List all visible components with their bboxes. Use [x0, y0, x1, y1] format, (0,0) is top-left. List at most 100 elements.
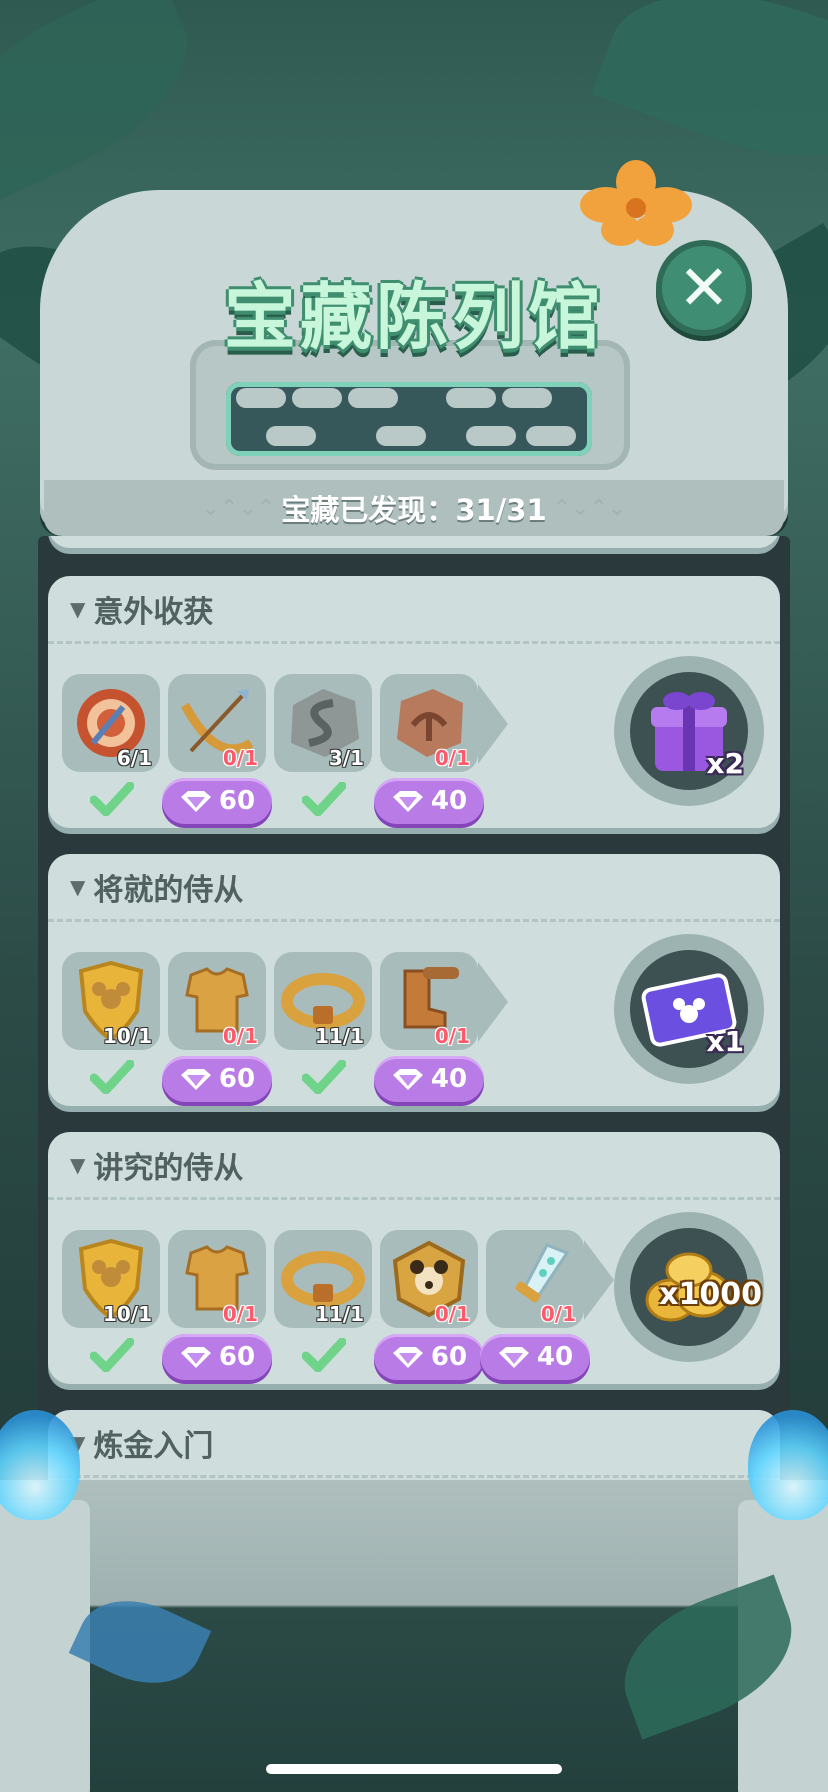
treasure-item[interactable]: 0/1 60: [162, 1230, 272, 1380]
collection-header[interactable]: ▼ 意外收获: [48, 576, 780, 644]
bow-arrow-icon: 0/1: [168, 674, 266, 772]
gem-icon: [180, 791, 211, 812]
reward-quantity: x1000: [659, 1277, 762, 1312]
price-label: 40: [430, 786, 468, 816]
armor-icon: 0/1: [168, 952, 266, 1050]
buy-button[interactable]: 60: [162, 1056, 272, 1102]
item-count: 3/1: [328, 746, 364, 770]
treasure-found-bar: ⌄⌃⌄⌃ 宝藏已发现：31/31 ⌃⌄⌃⌄: [44, 480, 784, 536]
gem-icon: [392, 1347, 423, 1368]
reward-quantity: x1: [706, 1025, 744, 1058]
snake-stone-icon: 3/1: [274, 674, 372, 772]
treasure-item[interactable]: 11/1: [274, 952, 372, 1094]
item-count: 10/1: [102, 1302, 152, 1326]
collection-card: ▼ 将就的侍从 10/1 0/1 60 11/1 0/1 40 x1: [48, 854, 780, 1106]
gold-coins-icon: x1000: [630, 1228, 762, 1346]
chevron-down-icon: ▼: [70, 1152, 86, 1177]
chevron-down-icon: ▼: [70, 596, 86, 621]
buy-button[interactable]: 60: [374, 1334, 484, 1380]
mickey-shield-icon: 10/1: [62, 952, 160, 1050]
close-icon: ✕: [678, 251, 730, 324]
chevron-down-icon: ▼: [70, 874, 86, 899]
item-count: 0/1: [434, 746, 470, 770]
blue-flame-icon: [748, 1410, 828, 1520]
gem-icon: [180, 1069, 211, 1090]
item-count: 0/1: [540, 1302, 576, 1326]
price-label: 60: [218, 1064, 256, 1094]
gem-icon: [392, 791, 423, 812]
collection-card: ▼ 讲究的侍从 10/1 0/1 60 11/1 0/1 60 0/1 40 x…: [48, 1132, 780, 1384]
crystal-sword-icon: 0/1: [486, 1230, 584, 1328]
price-label: 40: [536, 1342, 574, 1372]
item-count: 11/1: [314, 1302, 364, 1326]
item-count: 11/1: [314, 1024, 364, 1048]
buy-button[interactable]: 40: [480, 1334, 590, 1380]
belt-icon: 11/1: [274, 952, 372, 1050]
collection-reward[interactable]: x2: [614, 656, 764, 806]
boots-icon: 0/1: [380, 952, 478, 1050]
treasure-item[interactable]: 11/1: [274, 1230, 372, 1372]
buy-button[interactable]: 60: [162, 1334, 272, 1380]
treasure-item[interactable]: 6/1: [62, 674, 160, 816]
item-count: 0/1: [434, 1024, 470, 1048]
treasure-item[interactable]: 0/1 40: [374, 674, 508, 824]
chevron-decoration-icon: ⌃⌄⌃⌄: [552, 495, 627, 521]
gem-icon: [392, 1069, 423, 1090]
treasure-item[interactable]: 10/1: [62, 1230, 160, 1372]
checkmark-icon: [302, 782, 346, 816]
collection-title: 将就的侍从: [93, 872, 244, 908]
item-count: 6/1: [116, 746, 152, 770]
item-count: 0/1: [222, 746, 258, 770]
close-button[interactable]: ✕: [656, 240, 752, 336]
item-count: 0/1: [222, 1302, 258, 1326]
checkmark-icon: [90, 1338, 134, 1372]
price-label: 60: [218, 1342, 256, 1372]
armor-icon: 0/1: [168, 1230, 266, 1328]
price-label: 60: [218, 786, 256, 816]
flower-icon: [580, 160, 692, 246]
treasure-item[interactable]: 10/1: [62, 952, 160, 1094]
collection-header[interactable]: ▼ 炼金入门: [48, 1410, 780, 1478]
buy-button[interactable]: 40: [374, 778, 484, 824]
treasure-item[interactable]: 0/1 40: [480, 1230, 614, 1380]
price-label: 60: [430, 1342, 468, 1372]
collection-card-partial: [48, 536, 780, 548]
item-count: 0/1: [434, 1302, 470, 1326]
treasure-item[interactable]: 3/1: [274, 674, 372, 816]
collection-title: 讲究的侍从: [93, 1150, 244, 1186]
magic-ticket-icon: x1: [630, 950, 748, 1068]
home-indicator[interactable]: [266, 1764, 562, 1774]
treasure-item[interactable]: 0/1 60: [374, 1230, 484, 1380]
treasure-item[interactable]: 0/1 40: [374, 952, 508, 1102]
checkmark-icon: [302, 1338, 346, 1372]
collection-header[interactable]: ▼ 将就的侍从: [48, 854, 780, 922]
collection-reward[interactable]: x1000: [614, 1212, 764, 1362]
collection-card: ▼ 意外收获 6/1 0/1 60 3/1 0/1 40 x2: [48, 576, 780, 828]
collection-header[interactable]: ▼ 讲究的侍从: [48, 1132, 780, 1200]
leaf-decoration: [0, 0, 218, 209]
belt-icon: 11/1: [274, 1230, 372, 1328]
buy-button[interactable]: 40: [374, 1056, 484, 1102]
chevron-decoration-icon: ⌄⌃⌄⌃: [201, 495, 276, 521]
checkmark-icon: [90, 782, 134, 816]
price-label: 40: [430, 1064, 468, 1094]
checkmark-icon: [90, 1060, 134, 1094]
collection-title: 炼金入门: [93, 1428, 214, 1464]
collection-list[interactable]: ▼ 意外收获 6/1 0/1 60 3/1 0/1 40 x2 ▼ 将就的侍从 …: [38, 536, 790, 1496]
item-count: 10/1: [102, 1024, 152, 1048]
scorpion-stone-icon: 0/1: [380, 674, 478, 772]
buy-button[interactable]: 60: [162, 778, 272, 824]
header-slot: [226, 382, 592, 456]
collection-title: 意外收获: [93, 594, 214, 630]
bear-shield-icon: 0/1: [380, 1230, 478, 1328]
gift-box-icon: x2: [630, 672, 748, 790]
treasure-item[interactable]: 0/1 60: [162, 674, 272, 824]
collection-reward[interactable]: x1: [614, 934, 764, 1084]
gem-icon: [180, 1347, 211, 1368]
gem-icon: [498, 1347, 529, 1368]
mickey-shield-icon: 10/1: [62, 1230, 160, 1328]
checkmark-icon: [302, 1060, 346, 1094]
item-count: 0/1: [222, 1024, 258, 1048]
treasure-item[interactable]: 0/1 60: [162, 952, 272, 1102]
dart-target-icon: 6/1: [62, 674, 160, 772]
